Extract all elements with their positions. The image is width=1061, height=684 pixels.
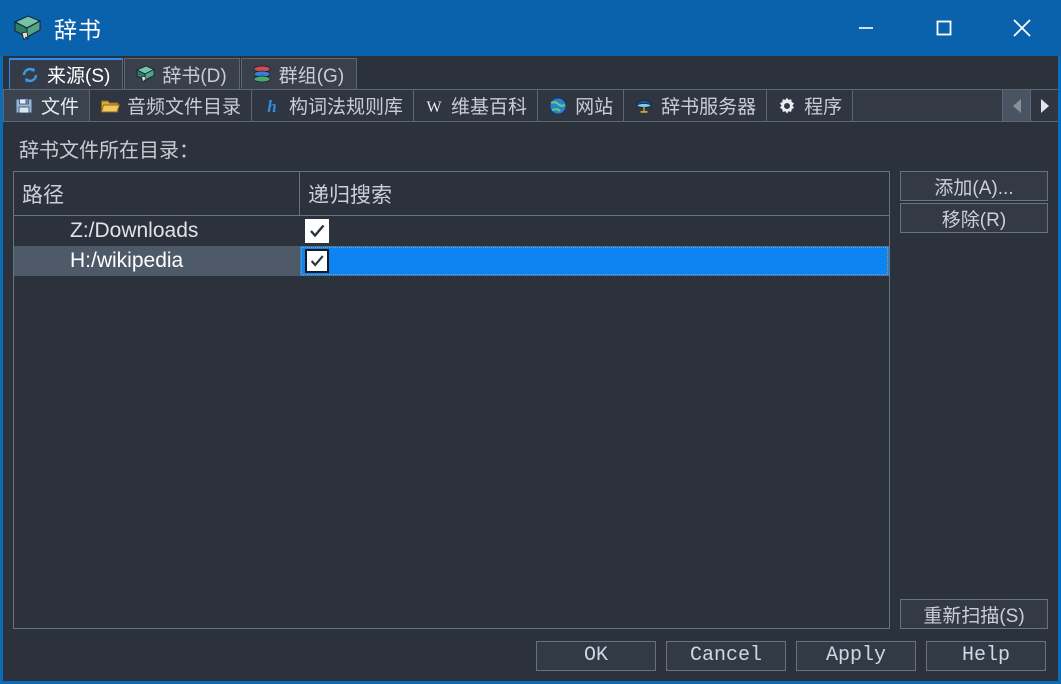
letter-w-icon: W [424, 96, 444, 116]
floppy-disk-icon [14, 96, 34, 116]
books-stack-icon [252, 64, 272, 84]
subtab-programs[interactable]: 程序 [767, 90, 854, 121]
subtab-label: 辞书服务器 [661, 97, 757, 118]
title-bar[interactable]: 辞书 [0, 0, 1061, 56]
tab-label: 群组(G) [278, 65, 345, 87]
close-icon[interactable] [983, 0, 1061, 56]
subtab-label: 维基百科 [451, 97, 528, 118]
table-row[interactable]: Z:/Downloads [14, 216, 889, 246]
help-button[interactable]: Help [926, 640, 1046, 671]
chevron-left-icon[interactable] [1002, 90, 1030, 121]
table-header: 路径 递归搜索 [14, 172, 889, 216]
subtab-label: 网站 [575, 97, 614, 118]
letter-h-icon: h [262, 96, 282, 116]
server-icon [634, 96, 654, 116]
subtab-files[interactable]: 文件 [3, 90, 91, 121]
tab-dictionaries[interactable]: 辞书(D) [124, 58, 240, 89]
cell-recursive[interactable] [300, 216, 889, 246]
table-row[interactable]: H:/wikipedia [14, 246, 889, 276]
subtab-scroll-controls [1002, 90, 1058, 121]
cell-recursive[interactable] [300, 246, 889, 276]
table-and-buttons-row: 路径 递归搜索 Z:/Downloads H:/wikipedia 添加(A).… [13, 171, 1048, 629]
table-body: Z:/Downloads H:/wikipedia [14, 216, 889, 628]
subtab-morphology[interactable]: h 构词法规则库 [252, 90, 415, 121]
add-button[interactable]: 添加(A)... [900, 171, 1048, 201]
subtab-label: 构词法规则库 [289, 97, 404, 118]
subtab-audio-dirs[interactable]: 音频文件目录 [90, 90, 253, 121]
tab-groups[interactable]: 群组(G) [240, 58, 358, 89]
remove-button[interactable]: 移除(R) [900, 203, 1048, 233]
column-header-recursive[interactable]: 递归搜索 [300, 172, 889, 215]
apply-button[interactable]: Apply [796, 640, 916, 671]
checkbox-checked-icon[interactable] [305, 249, 329, 273]
svg-text:W: W [426, 99, 442, 116]
minimize-icon[interactable] [827, 0, 905, 56]
sources-files-panel: 辞书文件所在目录： 路径 递归搜索 Z:/Downloads H:/wikipe… [3, 122, 1058, 629]
dialog-button-bar: OK Cancel Apply Help [3, 629, 1058, 681]
cell-path[interactable]: H:/wikipedia [14, 246, 300, 276]
open-folder-icon [100, 96, 121, 116]
cancel-button[interactable]: Cancel [666, 640, 786, 671]
tab-label: 辞书(D) [162, 65, 227, 87]
column-header-path[interactable]: 路径 [14, 172, 300, 215]
book-icon [135, 64, 156, 84]
dictionary-settings-window: 辞书 来源(S) 辞书(D) 群组(G) 文件 音频文件目录 h 构词法规则库 … [0, 0, 1061, 684]
window-title: 辞书 [54, 17, 102, 43]
side-button-spacer [900, 233, 1048, 599]
globe-icon [548, 96, 568, 116]
sub-tab-bar: 文件 音频文件目录 h 构词法规则库 W 维基百科 网站 辞书服务器 程序 [3, 89, 1058, 122]
ok-button[interactable]: OK [536, 640, 656, 671]
subtab-websites[interactable]: 网站 [538, 90, 625, 121]
tab-label: 来源(S) [47, 66, 111, 87]
subtab-wikipedia[interactable]: W 维基百科 [414, 90, 539, 121]
window-controls [827, 0, 1061, 56]
subtab-label: 文件 [41, 97, 80, 118]
tab-sources[interactable]: 来源(S) [9, 58, 124, 89]
subtab-label: 音频文件目录 [127, 97, 242, 118]
cell-path[interactable]: Z:/Downloads [14, 216, 300, 246]
side-button-column: 添加(A)... 移除(R) 重新扫描(S) [900, 171, 1048, 629]
main-tab-bar: 来源(S) 辞书(D) 群组(G) [3, 56, 1058, 89]
rescan-button[interactable]: 重新扫描(S) [900, 599, 1048, 629]
subtab-label: 程序 [804, 97, 843, 118]
refresh-icon [20, 65, 40, 85]
subtab-dict-servers[interactable]: 辞书服务器 [624, 90, 768, 121]
directory-label: 辞书文件所在目录： [19, 140, 199, 162]
paths-table: 路径 递归搜索 Z:/Downloads H:/wikipedia [13, 171, 890, 629]
gear-icon [777, 96, 797, 116]
maximize-icon[interactable] [905, 0, 983, 56]
svg-text:h: h [267, 97, 276, 116]
checkbox-checked-icon[interactable] [305, 219, 329, 243]
book-icon [12, 13, 42, 43]
window-body: 来源(S) 辞书(D) 群组(G) 文件 音频文件目录 h 构词法规则库 W 维… [3, 56, 1058, 681]
chevron-right-icon[interactable] [1030, 90, 1058, 121]
